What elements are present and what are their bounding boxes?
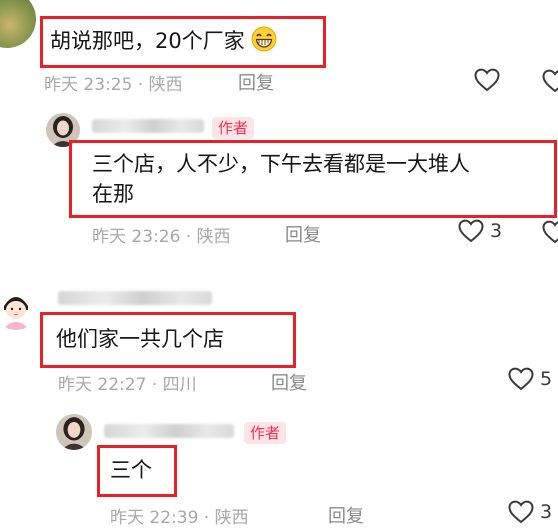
commenter-avatar-image	[0, 286, 38, 330]
like-button[interactable]: 3	[458, 219, 502, 243]
comment-meta: 昨天 22:39 · 陕西	[110, 508, 249, 528]
comment-meta: 昨天 23:25 · 陕西	[44, 75, 183, 95]
like-button[interactable]: 5	[508, 367, 552, 391]
heart-outline-icon	[458, 219, 484, 243]
reply-button[interactable]: 回复	[285, 221, 321, 247]
username-blurred	[92, 119, 204, 133]
like-button[interactable]	[474, 68, 506, 92]
author-tag: 作者	[244, 422, 287, 444]
author-avatar[interactable]	[56, 414, 92, 450]
commenter-avatar[interactable]	[0, 0, 36, 48]
comment-meta: 昨天 22:27 · 四川	[58, 375, 197, 395]
commenter-avatar[interactable]	[0, 286, 38, 330]
comment-meta: 昨天 23:26 · 陕西	[92, 227, 231, 247]
reply-button[interactable]: 回复	[238, 69, 274, 95]
author-tag: 作者	[212, 117, 255, 139]
comment-text: 他们家一共几个店	[56, 327, 224, 351]
comment-text-line: 三个店，人不少，下午去看都是一大堆人	[92, 152, 470, 176]
heart-outline-icon	[508, 500, 534, 524]
like-count: 3	[540, 501, 553, 523]
heart-outline-icon	[474, 68, 500, 92]
username-blurred	[104, 424, 234, 438]
heart-outline-icon	[508, 367, 534, 391]
username-blurred	[58, 291, 212, 305]
heart-outline-icon	[542, 220, 558, 244]
comment-text: 胡说那吧，20个厂家	[50, 26, 277, 56]
like-count: 3	[490, 220, 503, 242]
comment-text: 三个	[110, 458, 152, 482]
like-count: 5	[540, 368, 553, 390]
reply-button[interactable]: 回复	[271, 369, 307, 395]
like-button[interactable]: 3	[508, 500, 552, 524]
author-avatar-image	[56, 414, 92, 450]
comment-text-line: 在那	[92, 182, 134, 206]
grinning-face-emoji	[251, 26, 277, 52]
heart-outline-icon	[542, 69, 558, 93]
reply-button[interactable]: 回复	[328, 502, 364, 528]
